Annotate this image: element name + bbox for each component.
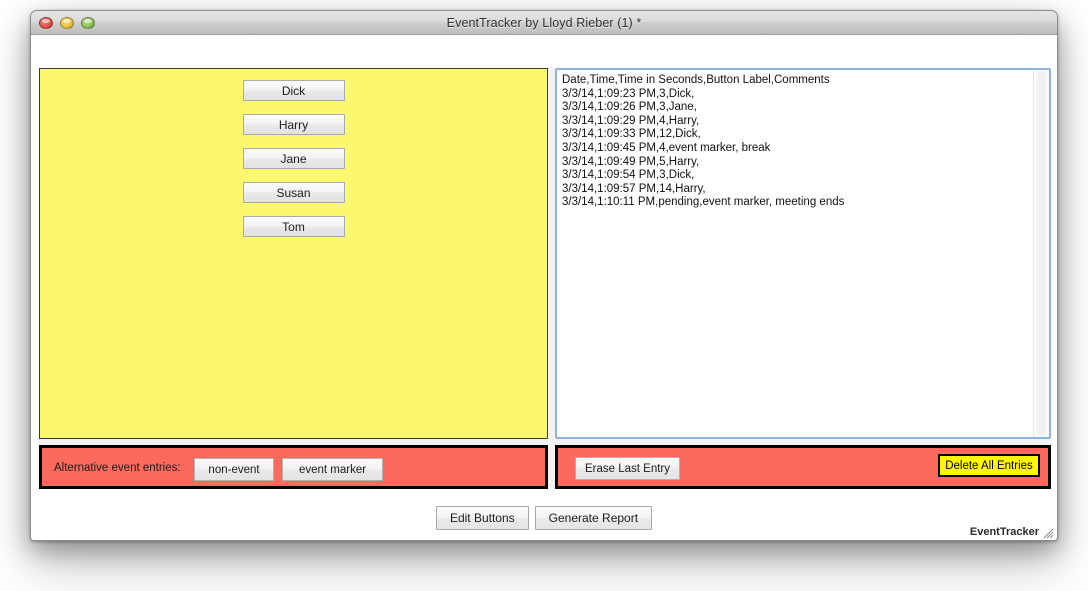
generate-report-button[interactable]: Generate Report (534, 506, 653, 530)
credits-line-1: EventTracker (969, 526, 1039, 538)
zoom-button[interactable] (81, 16, 95, 29)
event-button-harry[interactable]: Harry (242, 114, 345, 135)
event-button-tom[interactable]: Tom (242, 216, 345, 237)
event-log-text: Date,Time,Time in Seconds,Button Label,C… (562, 74, 845, 209)
scrollbar-track[interactable] (1037, 72, 1046, 435)
event-buttons-panel: Dick Harry Jane Susan Tom (39, 68, 548, 439)
alternative-entries-bar: Alternative event entries: non-event eve… (39, 445, 548, 489)
event-button-dick[interactable]: Dick (242, 80, 345, 101)
edit-buttons-button[interactable]: Edit Buttons (435, 506, 529, 530)
credits: EventTracker Created by Lloyd Rieber (912, 525, 1039, 540)
delete-all-entries-button[interactable]: Delete All Entries (938, 454, 1040, 477)
window-title: EventTracker by Lloyd Rieber (1) * (446, 15, 642, 30)
close-button[interactable] (39, 16, 53, 29)
desktop-background: EventTracker by Lloyd Rieber (1) * Dick … (0, 0, 1088, 591)
minimize-button[interactable] (60, 16, 74, 29)
event-button-jane[interactable]: Jane (242, 148, 345, 169)
window-body: Dick Harry Jane Susan Tom Date,Time,Time… (31, 35, 1057, 540)
non-event-button[interactable]: non-event (194, 458, 274, 481)
alternative-entries-label: Alternative event entries: (54, 462, 181, 474)
event-log-textarea[interactable]: Date,Time,Time in Seconds,Button Label,C… (555, 68, 1051, 439)
entry-actions-bar: Erase Last Entry Delete All Entries (555, 445, 1051, 489)
footer-buttons: Edit Buttons Generate Report (31, 506, 1057, 530)
top-split-region: Dick Harry Jane Susan Tom Date,Time,Time… (39, 68, 1051, 439)
window-controls (39, 11, 95, 34)
application-window: EventTracker by Lloyd Rieber (1) * Dick … (30, 10, 1058, 541)
action-bars-region: Alternative event entries: non-event eve… (39, 445, 1051, 489)
resize-grip-icon[interactable] (1041, 526, 1055, 540)
footer-area: Edit Buttons Generate Report EventTracke… (31, 489, 1057, 540)
event-marker-button[interactable]: event marker (282, 458, 383, 481)
window-titlebar: EventTracker by Lloyd Rieber (1) * (31, 11, 1057, 35)
credits-line-2: Created by Lloyd Rieber (912, 539, 1039, 540)
log-vertical-scrollbar[interactable] (1033, 70, 1049, 437)
action-bars-gap (548, 445, 555, 489)
vertical-splitter[interactable] (548, 68, 555, 439)
event-button-susan[interactable]: Susan (242, 182, 345, 203)
erase-last-entry-button[interactable]: Erase Last Entry (575, 457, 680, 480)
